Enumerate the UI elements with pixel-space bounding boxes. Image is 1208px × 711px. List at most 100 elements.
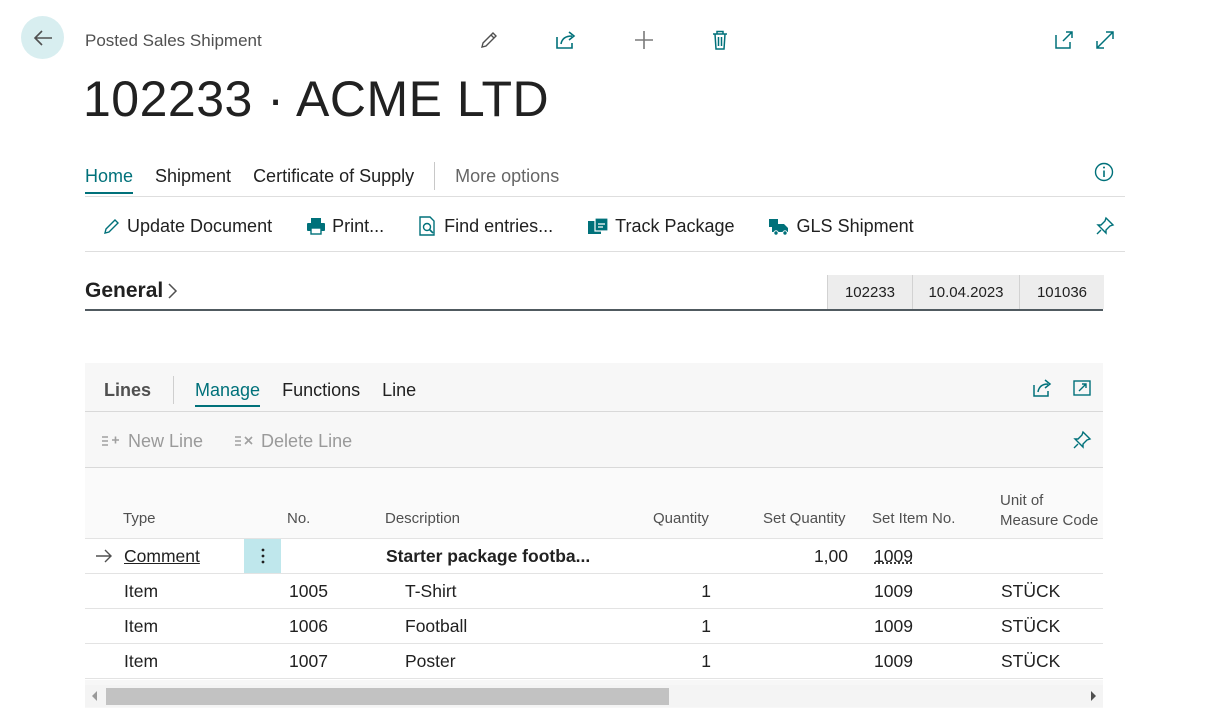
column-header-set-quantity[interactable]: Set Quantity xyxy=(763,510,846,527)
tab-certificate-of-supply[interactable]: Certificate of Supply xyxy=(253,164,414,189)
lines-tab-line[interactable]: Line xyxy=(382,380,416,401)
cell-set-quantity[interactable]: 1,00 xyxy=(765,539,848,573)
back-arrow-icon xyxy=(32,27,54,49)
expand-icon xyxy=(1094,29,1116,51)
tab-shipment[interactable]: Shipment xyxy=(155,164,231,189)
table-row[interactable]: Item 1007 Poster 1 1009 STÜCK xyxy=(85,644,1103,679)
open-new-window-button[interactable] xyxy=(1050,26,1078,54)
tab-divider xyxy=(434,162,436,190)
cell-quantity[interactable] xyxy=(645,539,711,573)
lines-expand-button[interactable] xyxy=(1068,374,1096,402)
pencil-icon xyxy=(102,216,122,236)
gls-shipment-button[interactable]: GLS Shipment xyxy=(768,216,914,237)
cell-no[interactable]: 1006 xyxy=(289,609,328,643)
cell-set-item-no[interactable]: 1009 xyxy=(874,539,913,573)
expand-button[interactable] xyxy=(1091,26,1119,54)
edit-button[interactable] xyxy=(475,26,503,54)
column-header-type[interactable]: Type xyxy=(123,510,156,527)
lines-tab-manage[interactable]: Manage xyxy=(195,380,261,407)
gls-shipment-label: GLS Shipment xyxy=(796,215,914,236)
lines-divider xyxy=(173,376,175,404)
cell-type[interactable]: Item xyxy=(124,609,158,643)
tab-more-options[interactable]: More options xyxy=(455,164,559,189)
cell-description[interactable]: Football xyxy=(405,609,467,643)
chevron-right-icon xyxy=(166,281,178,301)
cell-set-quantity[interactable] xyxy=(765,609,848,643)
expand-icon xyxy=(1071,378,1093,398)
trash-icon xyxy=(709,29,731,51)
lines-tab-functions[interactable]: Functions xyxy=(282,380,360,401)
plus-icon xyxy=(632,28,656,52)
more-vertical-icon xyxy=(260,547,266,565)
new-line-label: New Line xyxy=(128,430,204,451)
summary-date: 10.04.2023 xyxy=(912,275,1019,309)
cell-set-quantity[interactable] xyxy=(765,574,848,608)
delete-line-button[interactable]: Delete Line xyxy=(233,431,352,452)
lines-pin-button[interactable] xyxy=(1068,426,1096,454)
pin-icon xyxy=(1094,215,1116,237)
find-entries-button[interactable]: Find entries... xyxy=(417,215,553,237)
lines-share-button[interactable] xyxy=(1028,374,1056,402)
cell-uom[interactable]: STÜCK xyxy=(1001,644,1060,678)
cell-type[interactable]: Item xyxy=(124,574,158,608)
cell-description[interactable]: T-Shirt xyxy=(405,574,457,608)
printer-icon xyxy=(305,216,327,236)
column-header-description[interactable]: Description xyxy=(385,510,460,527)
info-button[interactable] xyxy=(1090,158,1118,186)
open-new-window-icon xyxy=(1053,29,1075,51)
share-button[interactable] xyxy=(552,26,580,54)
scroll-left-arrow-icon[interactable] xyxy=(91,690,99,702)
update-document-label: Update Document xyxy=(127,215,273,236)
cell-uom[interactable]: STÜCK xyxy=(1001,574,1060,608)
cell-type[interactable]: Comment xyxy=(124,539,200,573)
divider xyxy=(85,411,1103,412)
pin-action-bar-button[interactable] xyxy=(1091,212,1119,240)
cell-description[interactable]: Poster xyxy=(405,644,456,678)
tab-home[interactable]: Home xyxy=(85,164,134,194)
delivery-truck-icon xyxy=(768,216,792,236)
share-icon xyxy=(1031,378,1053,398)
delete-line-label: Delete Line xyxy=(261,430,353,451)
cell-set-item-no[interactable]: 1009 xyxy=(874,644,913,678)
table-row[interactable]: Item 1006 Football 1 1009 STÜCK xyxy=(85,609,1103,644)
new-line-button[interactable]: New Line xyxy=(100,431,203,452)
column-header-no[interactable]: No. xyxy=(287,510,310,527)
new-button[interactable] xyxy=(630,26,658,54)
print-button[interactable]: Print... xyxy=(305,216,384,237)
update-document-button[interactable]: Update Document xyxy=(102,216,272,237)
cell-type[interactable]: Item xyxy=(124,644,158,678)
find-entries-label: Find entries... xyxy=(444,215,554,236)
cell-set-quantity[interactable] xyxy=(765,644,848,678)
scroll-right-arrow-icon[interactable] xyxy=(1089,690,1097,702)
column-header-quantity[interactable]: Quantity xyxy=(653,510,709,527)
back-button[interactable] xyxy=(21,16,64,59)
column-header-uom-line1[interactable]: Unit of xyxy=(1000,492,1043,509)
action-bar: Update Document Print... Find entries...… xyxy=(102,212,947,240)
cell-no[interactable]: 1005 xyxy=(289,574,328,608)
track-package-label: Track Package xyxy=(615,215,735,236)
cell-quantity[interactable]: 1 xyxy=(645,609,711,643)
table-row[interactable]: Comment Starter package footba... 1,00 1… xyxy=(85,539,1103,574)
grid-header: Type No. Description Quantity Set Quanti… xyxy=(85,468,1103,539)
column-header-uom-line2[interactable]: Measure Code xyxy=(1000,512,1098,529)
track-package-button[interactable]: Track Package xyxy=(586,215,735,237)
cell-uom[interactable]: STÜCK xyxy=(1001,609,1060,643)
general-fasttab-header[interactable]: General xyxy=(85,279,178,303)
cell-set-item-no[interactable]: 1009 xyxy=(874,609,913,643)
general-title: General xyxy=(85,279,164,302)
cell-quantity[interactable]: 1 xyxy=(645,644,711,678)
cell-set-item-no[interactable]: 1009 xyxy=(874,574,913,608)
table-row[interactable]: Item 1005 T-Shirt 1 1009 STÜCK xyxy=(85,574,1103,609)
cell-no[interactable]: 1007 xyxy=(289,644,328,678)
action-bar-tabs: Home Shipment Certificate of Supply More… xyxy=(85,160,581,194)
row-actions-button[interactable] xyxy=(244,539,281,573)
scrollbar-thumb[interactable] xyxy=(106,688,669,705)
page-title: 102233 · ACME LTD xyxy=(83,71,550,127)
new-line-icon xyxy=(100,432,122,450)
lines-title: Lines xyxy=(104,379,152,400)
cell-description[interactable]: Starter package footba... xyxy=(386,539,590,573)
column-header-set-item-no[interactable]: Set Item No. xyxy=(872,510,955,527)
general-summary: 102233 10.04.2023 101036 xyxy=(827,275,1104,309)
cell-quantity[interactable]: 1 xyxy=(645,574,711,608)
delete-button[interactable] xyxy=(706,26,734,54)
